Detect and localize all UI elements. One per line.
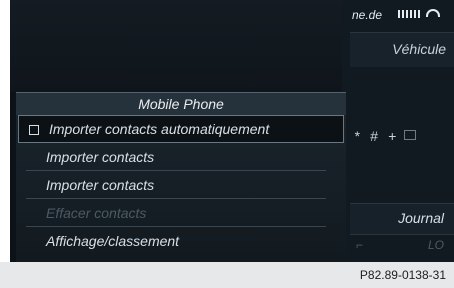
figure-code: P82.89-0138-31 (359, 268, 446, 282)
hash-key[interactable]: # (370, 128, 378, 144)
keypad-strip: * # + (346, 120, 454, 154)
caption-bar: P82.89-0138-31 (0, 262, 454, 288)
carrier-label: ne.de (352, 8, 383, 22)
menu-item-label: Importer contacts automatiquement (49, 121, 270, 137)
dim-icon-right: LO (428, 238, 445, 252)
tab-journal[interactable]: Journal (350, 203, 454, 235)
tab-vehicle[interactable]: Véhicule (350, 32, 454, 67)
menu-title: Mobile Phone (16, 93, 346, 115)
plus-key[interactable]: + (388, 128, 396, 144)
bottom-right-icons: ⌐ LO (350, 236, 454, 256)
checkbox-icon[interactable] (29, 125, 39, 136)
menu-item-label: Importer contacts (46, 177, 155, 193)
tab-journal-label: Journal (398, 210, 444, 226)
menu-item-label: Effacer contacts (46, 205, 147, 221)
menu-item-delete-contacts: Effacer contacts (16, 199, 346, 227)
menu-item-label: Importer contacts (46, 149, 155, 165)
dial-icon[interactable] (404, 130, 416, 140)
menu-item-auto-import[interactable]: Importer contacts automatiquement (18, 115, 344, 143)
options-menu: Mobile Phone Importer contacts automatiq… (16, 92, 346, 262)
menu-item-display-sort[interactable]: Affichage/classement (16, 227, 346, 255)
dim-icon-left: ⌐ (356, 238, 364, 252)
star-key[interactable]: * (354, 128, 359, 144)
menu-item-label: Affichage/classement (46, 233, 180, 249)
menu-item-import-contacts-2[interactable]: Importer contacts (16, 171, 346, 199)
tab-vehicle-label: Véhicule (392, 41, 446, 57)
phone-icon (426, 9, 440, 17)
signal-strength-icon (398, 10, 420, 18)
display-screen: ne.de Véhicule * # + Journal ⌐ LO Mobile… (10, 0, 454, 262)
menu-item-import-contacts-1[interactable]: Importer contacts (16, 143, 346, 171)
